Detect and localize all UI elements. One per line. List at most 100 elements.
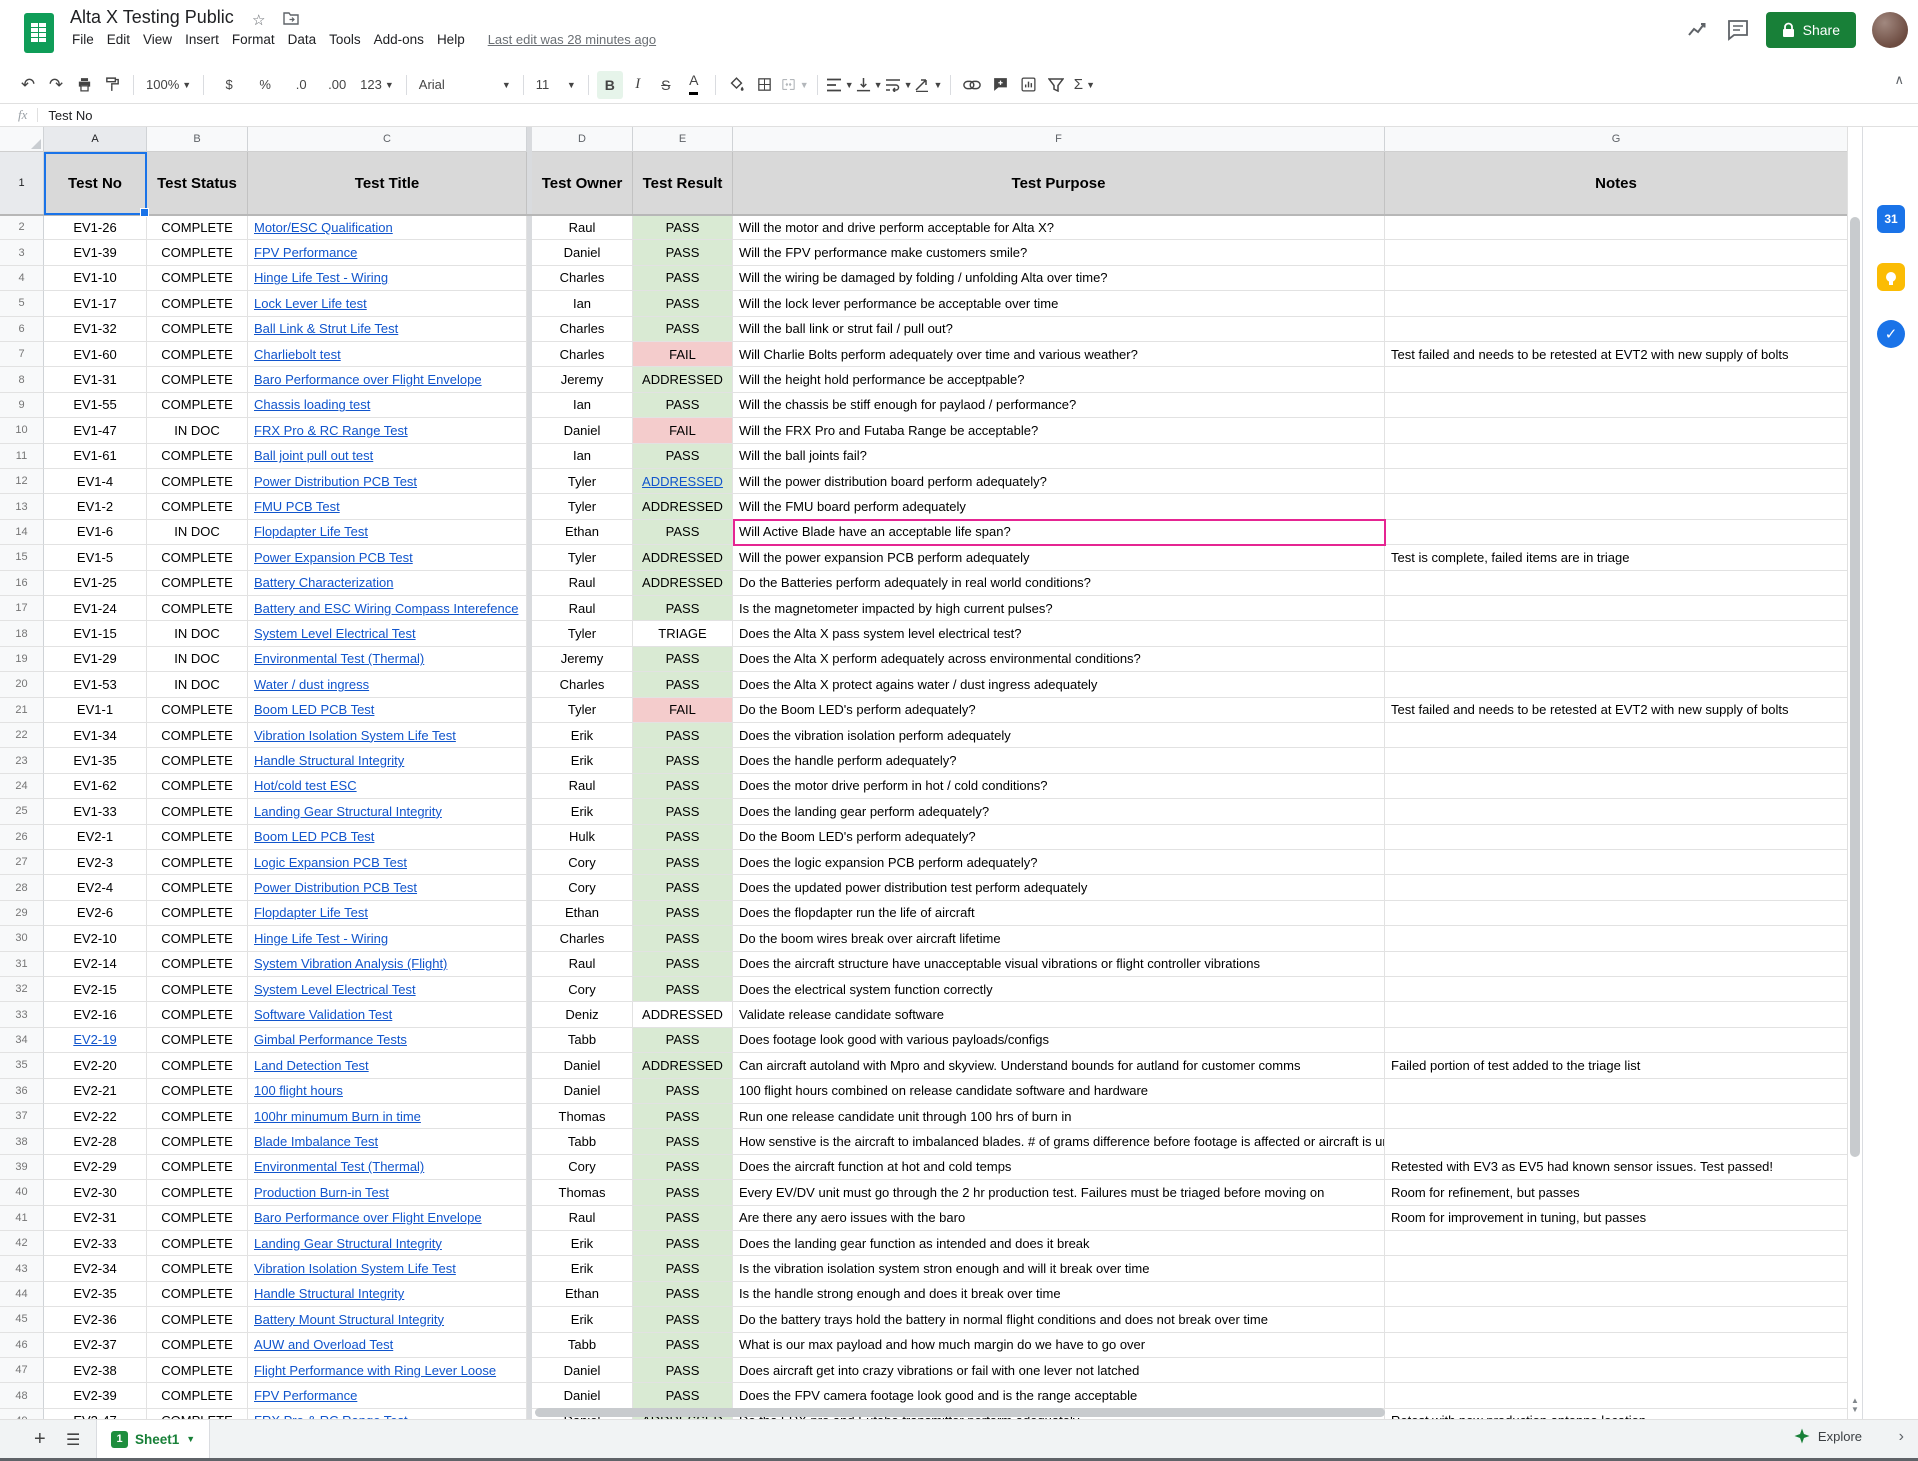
row-header-44[interactable]: 44 [0, 1282, 44, 1307]
cell-G21[interactable]: Test failed and needs to be retested at … [1385, 698, 1848, 723]
formula-bar[interactable]: fx Test No [0, 104, 1918, 127]
cell-F24[interactable]: Does the motor drive perform in hot / co… [733, 774, 1385, 799]
cell-E22[interactable]: PASS [633, 723, 733, 748]
cell-E8[interactable]: ADDRESSED [633, 367, 733, 392]
cell-A16[interactable]: EV1-25 [44, 571, 147, 596]
sheet-grid[interactable]: ABCDEFG 1Test NoTest StatusTest TitleTes… [0, 127, 1848, 1419]
functions-button[interactable]: Σ▼ [1071, 71, 1097, 99]
cell-E41[interactable]: PASS [633, 1206, 733, 1231]
cell-F3[interactable]: Will the FPV performance make customers … [733, 240, 1385, 265]
cell-B2[interactable]: COMPLETE [147, 215, 248, 240]
scrollbar-arrows[interactable]: ▲▼ [1849, 1396, 1861, 1414]
cell-G9[interactable] [1385, 393, 1848, 418]
menu-item-tools[interactable]: Tools [329, 32, 361, 47]
cell-B36[interactable]: COMPLETE [147, 1079, 248, 1104]
cell-E36[interactable]: PASS [633, 1079, 733, 1104]
cell-F36[interactable]: 100 flight hours combined on release can… [733, 1079, 1385, 1104]
row-header-11[interactable]: 11 [0, 444, 44, 469]
cell-G7[interactable]: Test failed and needs to be retested at … [1385, 342, 1848, 367]
cell-C49[interactable]: FRX Pro & RC Range Test [248, 1409, 527, 1419]
row-header-15[interactable]: 15 [0, 545, 44, 570]
cell-B49[interactable]: COMPLETE [147, 1409, 248, 1419]
cell-C45[interactable]: Battery Mount Structural Integrity [248, 1307, 527, 1332]
cell-F29[interactable]: Does the flopdapter run the life of airc… [733, 901, 1385, 926]
more-formats-button[interactable]: 123▼ [356, 71, 398, 99]
zoom-select[interactable]: 100%▼ [142, 71, 195, 99]
menu-item-insert[interactable]: Insert [185, 32, 219, 47]
cell-A19[interactable]: EV1-29 [44, 647, 147, 672]
cell-D37[interactable]: Thomas [532, 1104, 633, 1129]
cell-B11[interactable]: COMPLETE [147, 444, 248, 469]
cell-B43[interactable]: COMPLETE [147, 1256, 248, 1281]
cell-C28[interactable]: Power Distribution PCB Test [248, 875, 527, 900]
cell-C14[interactable]: Flopdapter Life Test [248, 520, 527, 545]
cell-G26[interactable] [1385, 825, 1848, 850]
cell-E29[interactable]: PASS [633, 901, 733, 926]
cell-B12[interactable]: COMPLETE [147, 469, 248, 494]
cell-C40[interactable]: Production Burn-in Test [248, 1180, 527, 1205]
cell-G47[interactable] [1385, 1358, 1848, 1383]
cell-C27[interactable]: Logic Expansion PCB Test [248, 850, 527, 875]
cell-C11[interactable]: Ball joint pull out test [248, 444, 527, 469]
row-header-33[interactable]: 33 [0, 1002, 44, 1027]
italic-button[interactable]: I [625, 71, 651, 99]
tasks-icon[interactable]: ✓ [1877, 320, 1905, 348]
cell-E24[interactable]: PASS [633, 774, 733, 799]
cell-F8[interactable]: Will the height hold performance be acce… [733, 367, 1385, 392]
cell-B19[interactable]: IN DOC [147, 647, 248, 672]
cell-C12[interactable]: Power Distribution PCB Test [248, 469, 527, 494]
cell-B7[interactable]: COMPLETE [147, 342, 248, 367]
text-color-button[interactable]: A [681, 71, 707, 99]
cell-F47[interactable]: Does aircraft get into crazy vibrations … [733, 1358, 1385, 1383]
cell-E15[interactable]: ADDRESSED [633, 545, 733, 570]
row-header-8[interactable]: 8 [0, 367, 44, 392]
row-header-19[interactable]: 19 [0, 647, 44, 672]
cell-E2[interactable]: PASS [633, 215, 733, 240]
formula-input[interactable]: Test No [48, 108, 92, 123]
cell-D28[interactable]: Cory [532, 875, 633, 900]
cell-A33[interactable]: EV2-16 [44, 1002, 147, 1027]
cell-D6[interactable]: Charles [532, 317, 633, 342]
cell-A37[interactable]: EV2-22 [44, 1104, 147, 1129]
cell-G45[interactable] [1385, 1307, 1848, 1332]
all-sheets-button[interactable]: ☰ [66, 1430, 80, 1450]
cell-B29[interactable]: COMPLETE [147, 901, 248, 926]
cell-A43[interactable]: EV2-34 [44, 1256, 147, 1281]
cell-G40[interactable]: Room for refinement, but passes [1385, 1180, 1848, 1205]
cell-G4[interactable] [1385, 266, 1848, 291]
cell-G15[interactable]: Test is complete, failed items are in tr… [1385, 545, 1848, 570]
cell-A2[interactable]: EV1-26 [44, 215, 147, 240]
cell-A28[interactable]: EV2-4 [44, 875, 147, 900]
cell-E4[interactable]: PASS [633, 266, 733, 291]
cell-G34[interactable] [1385, 1028, 1848, 1053]
cell-A29[interactable]: EV2-6 [44, 901, 147, 926]
cell-F38[interactable]: How senstive is the aircraft to imbalanc… [733, 1129, 1385, 1154]
row-header-17[interactable]: 17 [0, 596, 44, 621]
cell-G5[interactable] [1385, 291, 1848, 316]
cell-G39[interactable]: Retested with EV3 as EV5 had known senso… [1385, 1155, 1848, 1180]
cell-A7[interactable]: EV1-60 [44, 342, 147, 367]
cell-C38[interactable]: Blade Imbalance Test [248, 1129, 527, 1154]
row-header-24[interactable]: 24 [0, 774, 44, 799]
cell-A13[interactable]: EV1-2 [44, 494, 147, 519]
row-header-41[interactable]: 41 [0, 1206, 44, 1231]
cell-B20[interactable]: IN DOC [147, 672, 248, 697]
bold-button[interactable]: B [597, 71, 623, 99]
add-sheet-button[interactable]: + [34, 1428, 46, 1451]
cell-A45[interactable]: EV2-36 [44, 1307, 147, 1332]
cell-F45[interactable]: Do the battery trays hold the battery in… [733, 1307, 1385, 1332]
cell-F15[interactable]: Will the power expansion PCB perform ade… [733, 545, 1385, 570]
row-header-28[interactable]: 28 [0, 875, 44, 900]
cell-B33[interactable]: COMPLETE [147, 1002, 248, 1027]
cell-A21[interactable]: EV1-1 [44, 698, 147, 723]
cell-D34[interactable]: Tabb [532, 1028, 633, 1053]
paint-format-button[interactable] [99, 71, 125, 99]
text-wrap-button[interactable]: ▼ [885, 71, 913, 99]
cell-B48[interactable]: COMPLETE [147, 1383, 248, 1408]
cell-D4[interactable]: Charles [532, 266, 633, 291]
cell-E44[interactable]: PASS [633, 1282, 733, 1307]
cell-B27[interactable]: COMPLETE [147, 850, 248, 875]
row-header-48[interactable]: 48 [0, 1383, 44, 1408]
cell-A36[interactable]: EV2-21 [44, 1079, 147, 1104]
cell-G32[interactable] [1385, 977, 1848, 1002]
